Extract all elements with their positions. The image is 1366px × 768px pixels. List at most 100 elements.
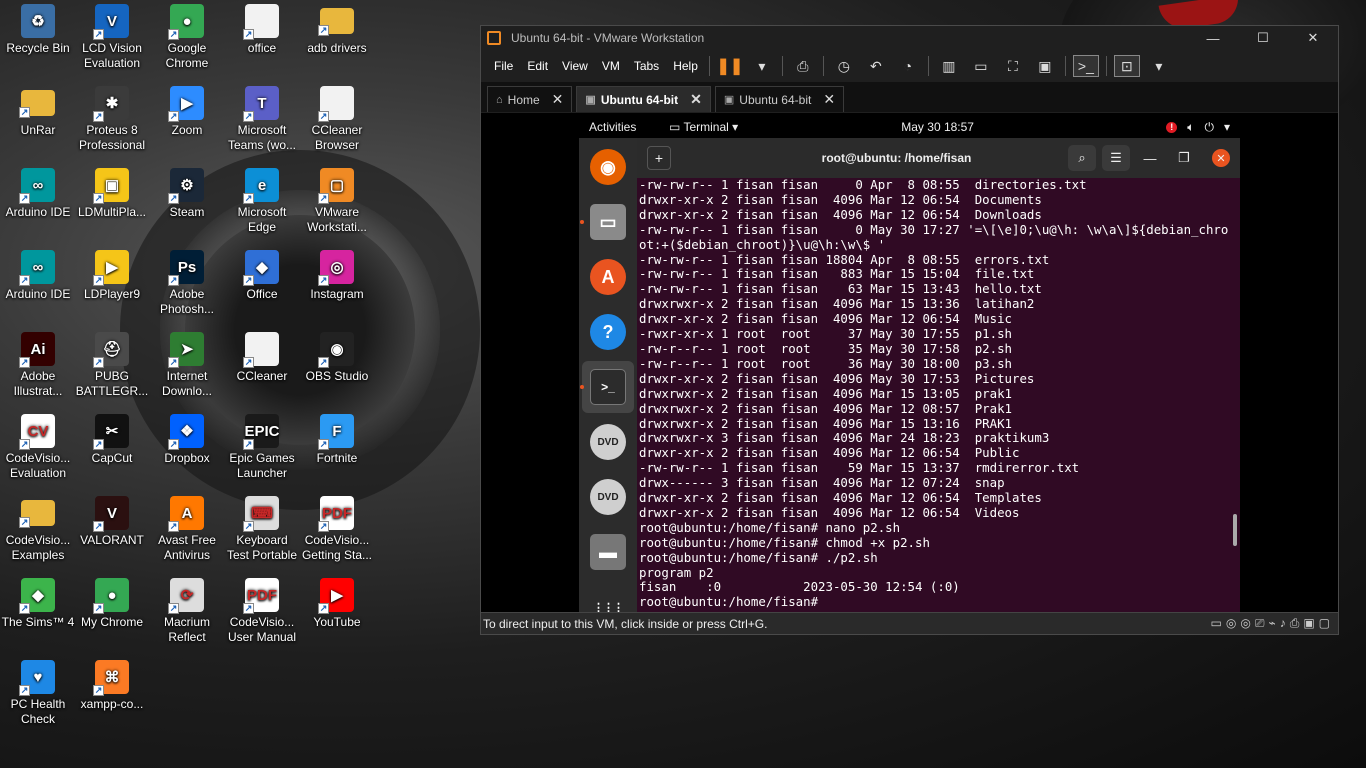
send-ctrl-alt-del-icon[interactable]: ⎙ (790, 55, 816, 77)
hard-disk-icon[interactable]: ▭ (1211, 616, 1222, 631)
desktop-icon[interactable]: ▣ ↗ LDMultiPla... (74, 164, 150, 220)
close-icon[interactable]: ✕ (690, 91, 702, 108)
clock[interactable]: May 30 18:57 (829, 120, 1166, 134)
dock-dvd-1[interactable]: DVD (582, 416, 634, 468)
desktop-icon[interactable]: e ↗ Microsoft Edge (224, 164, 300, 235)
snapshot-icon[interactable]: ◷ (831, 55, 857, 77)
restore-icon[interactable]: ❐ (1170, 145, 1198, 171)
printer-icon[interactable]: ⎙ (1290, 616, 1300, 631)
system-tray[interactable]: ! 🔈︎ ⏻ ▾ (1166, 120, 1230, 135)
desktop-icon[interactable]: ↗ CCleaner (224, 328, 300, 384)
dock-terminal[interactable]: >_ (580, 361, 634, 413)
desktop-icon[interactable]: ◉ ↗ OBS Studio (299, 328, 375, 384)
stretch-dropdown-icon[interactable]: ▾ (1146, 55, 1172, 77)
desktop-icon[interactable]: ↗ adb drivers (299, 0, 375, 56)
cd-icon[interactable]: ◎ (1240, 616, 1250, 631)
dock-help[interactable]: ? (582, 306, 634, 358)
desktop-icon[interactable]: ▶ ↗ Zoom (149, 82, 225, 138)
thumbnail-bar-icon[interactable]: ▭ (968, 55, 994, 77)
desktop-icon[interactable]: ❖ ↗ Dropbox (149, 410, 225, 466)
stretch-guest-icon[interactable]: ⊡ (1113, 55, 1140, 77)
desktop-icon[interactable]: ● ↗ Google Chrome (149, 0, 225, 71)
close-button[interactable]: ✕ (1288, 30, 1338, 46)
tab-ubuntu-active[interactable]: ▣ Ubuntu 64-bit ✕ (576, 86, 711, 112)
vm-console[interactable]: Activities ▭ Terminal ▾ May 30 18:57 ! 🔈… (481, 113, 1338, 612)
revert-snapshot-icon[interactable]: ↶ (863, 55, 889, 77)
desktop-icon[interactable]: F ↗ Fortnite (299, 410, 375, 466)
desktop-icon[interactable]: ∞ ↗ Arduino IDE (0, 164, 76, 220)
close-icon[interactable]: ✕ (1212, 149, 1230, 167)
minimize-button[interactable]: — (1188, 31, 1238, 46)
menu-vm[interactable]: VM (595, 59, 627, 73)
desktop-icon[interactable]: ▢ ↗ VMware Workstati... (299, 164, 375, 235)
pause-icon[interactable]: ❚❚ (716, 55, 743, 77)
show-library-icon[interactable]: ▥ (936, 55, 962, 77)
usb-icon[interactable]: ⌁ (1268, 616, 1275, 631)
desktop-icon[interactable]: ⛑ ↗ PUBG BATTLEGR... (74, 328, 150, 399)
desktop-icon[interactable]: ◎ ↗ Instagram (299, 246, 375, 302)
desktop-icon[interactable]: ⚙ ↗ Steam (149, 164, 225, 220)
close-icon[interactable]: ✕ (552, 91, 564, 108)
menu-tabs[interactable]: Tabs (627, 59, 666, 73)
dock-files[interactable]: ▭ (580, 196, 634, 248)
desktop-icon[interactable]: PDF ↗ CodeVisio... Getting Sta... (299, 492, 375, 563)
app-menu[interactable]: ▭ Terminal ▾ (669, 120, 829, 134)
maximize-button[interactable]: ☐ (1238, 30, 1288, 46)
desktop-icon[interactable]: ∞ ↗ Arduino IDE (0, 246, 76, 302)
desktop-icon[interactable]: PDF ↗ CodeVisio... User Manual (224, 574, 300, 645)
message-icon[interactable]: ▢ (1319, 616, 1330, 631)
desktop-icon[interactable]: ➤ ↗ Internet Downlo... (149, 328, 225, 399)
network-icon[interactable]: ⎚ (1255, 616, 1265, 631)
cd-icon[interactable]: ◎ (1226, 616, 1236, 631)
menu-help[interactable]: Help (666, 59, 705, 73)
new-tab-icon[interactable]: + (647, 146, 671, 170)
desktop-icon[interactable]: ▶ ↗ YouTube (299, 574, 375, 630)
desktop-icon[interactable]: ⟳ ↗ Macrium Reflect (149, 574, 225, 645)
sound-icon[interactable]: ♪ (1280, 616, 1286, 631)
menu-view[interactable]: View (555, 59, 595, 73)
desktop-icon[interactable]: T ↗ Microsoft Teams (wo... (224, 82, 300, 153)
desktop-icon[interactable]: V ↗ VALORANT (74, 492, 150, 548)
desktop-icon[interactable]: ◆ ↗ The Sims™ 4 (0, 574, 76, 630)
desktop-icon[interactable]: CV ↗ CodeVisio... Evaluation (0, 410, 76, 481)
unity-icon[interactable]: ▣ (1032, 55, 1058, 77)
desktop-icon[interactable]: ↗ office (224, 0, 300, 56)
desktop-icon[interactable]: ✱ ↗ Proteus 8 Professional (74, 82, 150, 153)
desktop-icon[interactable]: A ↗ Avast Free Antivirus (149, 492, 225, 563)
full-screen-icon[interactable]: ⛶ (1000, 55, 1026, 77)
minimize-icon[interactable]: — (1136, 145, 1164, 171)
terminal-scrollbar[interactable] (1233, 514, 1237, 546)
desktop-icon[interactable]: Ai ↗ Adobe Illustrat... (0, 328, 76, 399)
pause-dropdown-icon[interactable]: ▾ (749, 55, 775, 77)
desktop-icon[interactable]: ↗ CodeVisio... Examples (0, 492, 76, 563)
snapshot-manager-icon[interactable]: ◔ (895, 55, 921, 77)
display-icon[interactable]: ▣ (1303, 616, 1314, 631)
activities-button[interactable]: Activities (589, 120, 669, 134)
menu-edit[interactable]: Edit (520, 59, 555, 73)
hamburger-menu-icon[interactable]: ☰ (1102, 145, 1130, 171)
console-view-icon[interactable]: >_ (1072, 55, 1099, 77)
desktop-icon[interactable]: ● ↗ My Chrome (74, 574, 150, 630)
desktop-icon[interactable]: ✂ ↗ CapCut (74, 410, 150, 466)
desktop-icon[interactable]: ↗ CCleaner Browser (299, 82, 375, 153)
dock-drive[interactable]: ▬ (582, 526, 634, 578)
desktop-icon[interactable]: V ↗ LCD Vision Evaluation (74, 0, 150, 71)
tab-home[interactable]: ⌂ Home ✕ (487, 86, 573, 112)
desktop-icon[interactable]: ♥ ↗ PC Health Check (0, 656, 76, 727)
menu-file[interactable]: File (487, 59, 520, 73)
search-icon[interactable]: ⌕ (1068, 145, 1096, 171)
dock-app-center[interactable]: A (582, 251, 634, 303)
desktop-icon[interactable]: ↗ UnRar (0, 82, 76, 138)
ubuntu-desktop[interactable]: Activities ▭ Terminal ▾ May 30 18:57 ! 🔈… (579, 116, 1240, 612)
desktop-icon[interactable]: ⌘ ↗ xampp-co... (74, 656, 150, 712)
dock-show-apps[interactable]: ⋮⋮⋮ (582, 581, 634, 612)
desktop-icon[interactable]: ▶ ↗ LDPlayer9 (74, 246, 150, 302)
desktop-icon[interactable]: ♻ Recycle Bin (0, 0, 76, 56)
tab-ubuntu[interactable]: ▣ Ubuntu 64-bit ✕ (714, 86, 845, 112)
dock-firefox[interactable]: ◉ (582, 141, 634, 193)
desktop-icon[interactable]: EPIC ↗ Epic Games Launcher (224, 410, 300, 481)
close-icon[interactable]: ✕ (823, 91, 835, 108)
dock-dvd-2[interactable]: DVD (582, 471, 634, 523)
desktop-icon[interactable]: ⌨ ↗ Keyboard Test Portable (224, 492, 300, 563)
desktop-icon[interactable]: ◆ ↗ Office (224, 246, 300, 302)
